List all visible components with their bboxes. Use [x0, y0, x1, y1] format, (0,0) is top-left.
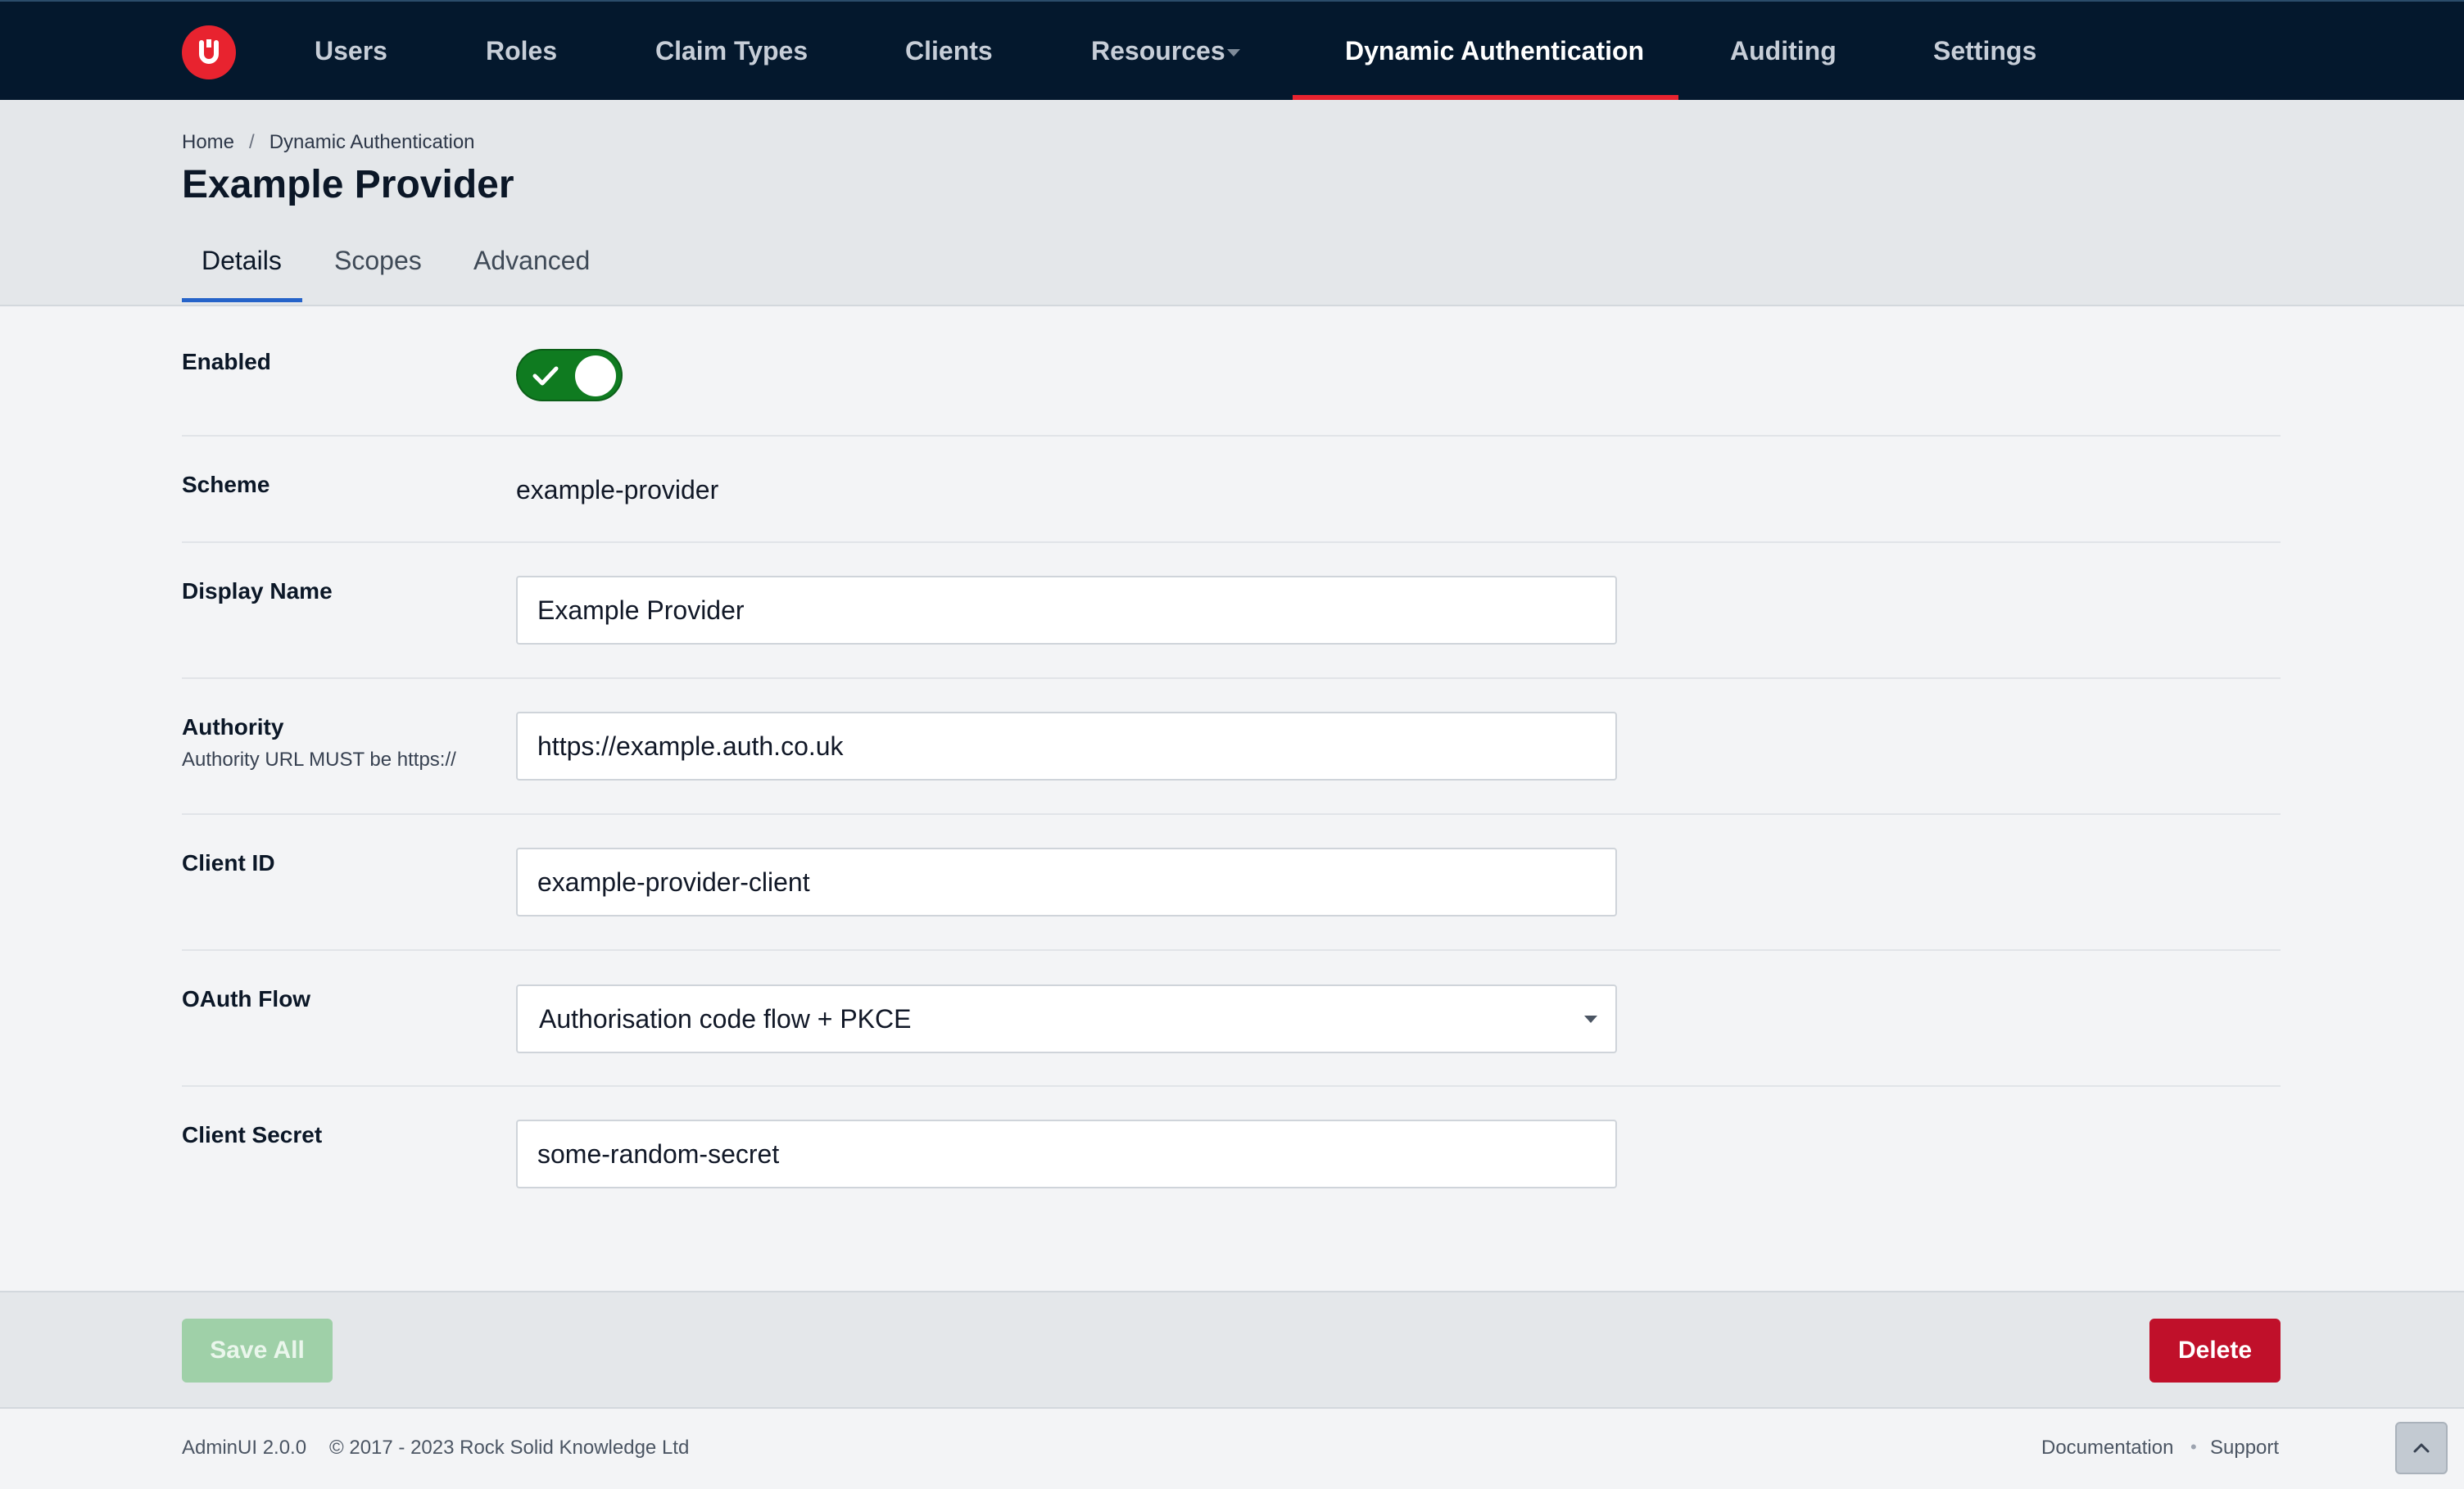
scheme-value: example-provider: [516, 475, 719, 505]
brand-logo-icon[interactable]: [182, 25, 236, 79]
tab-scopes[interactable]: Scopes: [334, 246, 422, 276]
scroll-to-top-button[interactable]: [2395, 1422, 2448, 1474]
row-divider: [182, 949, 2281, 951]
delete-button[interactable]: Delete: [2149, 1319, 2281, 1383]
resources-dropdown-caret-icon: [1227, 49, 1240, 57]
row-divider: [182, 677, 2281, 679]
check-icon: [532, 366, 559, 386]
row-divider: [182, 435, 2281, 437]
nav-users[interactable]: Users: [315, 2, 387, 100]
row-divider: [182, 1085, 2281, 1087]
footer-separator-dot: •: [2190, 1437, 2197, 1457]
nav-claim-types[interactable]: Claim Types: [655, 2, 808, 100]
client-id-label: Client ID: [182, 850, 275, 876]
oauth-flow-select[interactable]: Authorisation code flow + PKCE: [516, 984, 1617, 1053]
client-id-input[interactable]: [516, 848, 1617, 916]
oauth-flow-label: OAuth Flow: [182, 986, 311, 1012]
breadcrumb-current: Dynamic Authentication: [269, 131, 475, 153]
breadcrumb-home[interactable]: Home: [182, 131, 234, 153]
display-name-label: Display Name: [182, 578, 333, 604]
nav-dynamic-authentication[interactable]: Dynamic Authentication: [1345, 2, 1644, 100]
enabled-toggle[interactable]: [516, 349, 623, 401]
oauth-flow-selected-value: Authorisation code flow + PKCE: [539, 1004, 912, 1034]
nav-settings[interactable]: Settings: [1933, 2, 2036, 100]
save-all-button[interactable]: Save All: [182, 1319, 333, 1383]
tab-advanced[interactable]: Advanced: [473, 246, 590, 276]
authority-help-text: Authority URL MUST be https://: [182, 749, 456, 771]
action-bar: [0, 1291, 2464, 1409]
nav-clients[interactable]: Clients: [905, 2, 993, 100]
display-name-input[interactable]: [516, 576, 1617, 645]
active-tab-indicator: [182, 298, 302, 302]
row-divider: [182, 541, 2281, 543]
chevron-up-icon: [2413, 1443, 2430, 1453]
footer-copyright: © 2017 - 2023 Rock Solid Knowledge Ltd: [329, 1437, 690, 1459]
nav-roles[interactable]: Roles: [486, 2, 557, 100]
chevron-down-icon: [1584, 1016, 1597, 1023]
client-secret-input[interactable]: [516, 1120, 1617, 1188]
authority-label: Authority: [182, 714, 284, 740]
scheme-label: Scheme: [182, 472, 270, 497]
footer-documentation-link[interactable]: Documentation: [2041, 1437, 2173, 1460]
breadcrumb-separator: /: [249, 131, 255, 153]
page-title: Example Provider: [182, 163, 514, 206]
authority-input[interactable]: [516, 712, 1617, 781]
logo-u-icon: [199, 39, 219, 64]
breadcrumb: Home / Dynamic Authentication: [182, 131, 475, 154]
nav-resources[interactable]: Resources: [1091, 2, 1225, 100]
toggle-knob: [575, 355, 616, 396]
enabled-label: Enabled: [182, 349, 271, 374]
row-divider: [182, 813, 2281, 815]
footer-version: AdminUI 2.0.0: [182, 1437, 307, 1459]
footer-support-link[interactable]: Support: [2210, 1437, 2279, 1460]
tab-details[interactable]: Details: [202, 246, 282, 276]
nav-auditing[interactable]: Auditing: [1730, 2, 1837, 100]
top-navigation: Users Roles Claim Types Clients Resource…: [0, 0, 2464, 102]
client-secret-label: Client Secret: [182, 1122, 323, 1147]
